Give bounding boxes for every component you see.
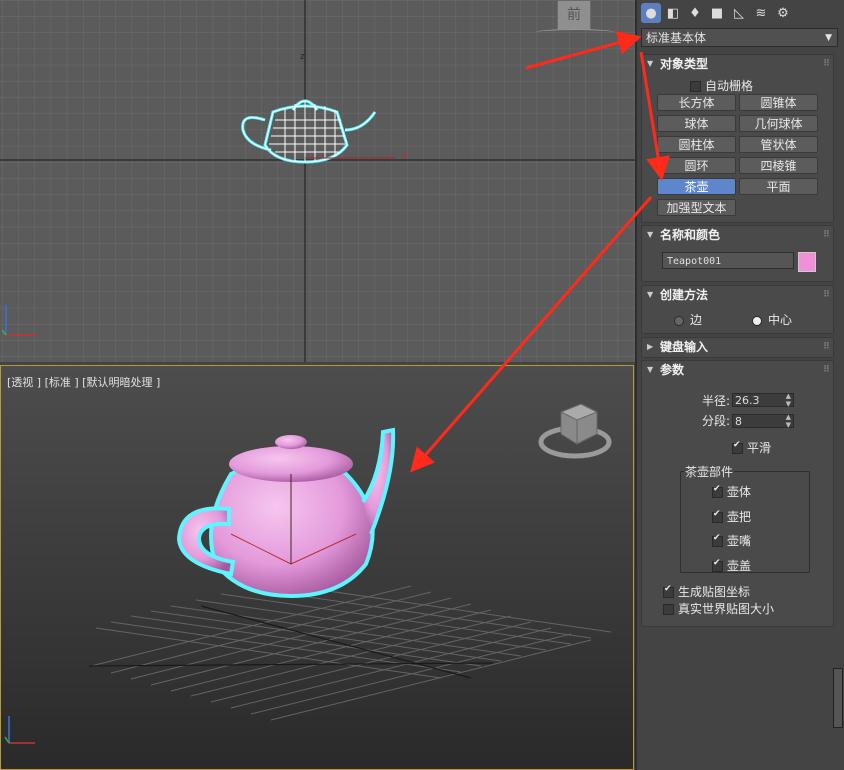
body-checkbox[interactable]: 壶体 xyxy=(712,483,751,500)
object-type-header[interactable]: ▼ 对象类型 ⠿ xyxy=(642,55,833,73)
category-dropdown-value: 标准基本体 xyxy=(646,31,707,45)
collapse-arrow-icon: ▼ xyxy=(647,230,654,239)
object-name-field[interactable]: Teapot001 xyxy=(662,252,794,269)
front-x-axis-label: x xyxy=(402,151,408,161)
grip-icon: ⠿ xyxy=(822,290,830,300)
radio-on xyxy=(752,315,762,326)
box-button[interactable]: 长方体 xyxy=(657,94,736,111)
keyboard-entry-rollout: ▶ 键盘输入 ⠿ xyxy=(641,337,834,358)
command-panel-tabs: ● ◧ ♦ ■ ◺ ≋ ⚙ xyxy=(637,0,844,26)
teapot-button[interactable]: 茶壶 xyxy=(657,178,736,195)
torus-button[interactable]: 圆环 xyxy=(657,157,736,174)
front-viewport[interactable]: x z 前 xyxy=(0,0,635,362)
segments-spinner[interactable]: 8 ▲ ▼ xyxy=(732,413,794,429)
gen-mapping-coords-checkbox[interactable]: 生成贴图坐标 xyxy=(663,583,750,600)
plane-button[interactable]: 平面 xyxy=(739,178,818,195)
cone-button[interactable]: 圆锥体 xyxy=(739,94,818,111)
geosphere-button[interactable]: 几何球体 xyxy=(739,115,818,132)
keyboard-entry-header[interactable]: ▶ 键盘输入 ⠿ xyxy=(642,338,833,356)
radio-off xyxy=(674,315,684,326)
collapse-arrow-icon: ▼ xyxy=(647,290,654,299)
chevron-down-icon: ▼ xyxy=(825,33,832,43)
segments-label: 分段: xyxy=(702,414,731,428)
viewcube-front-face-label: 前 xyxy=(567,7,581,23)
front-z-axis-label: z xyxy=(300,52,305,62)
viewcube-ring xyxy=(535,29,615,36)
grip-icon: ⠿ xyxy=(822,342,830,352)
sphere-button[interactable]: 球体 xyxy=(657,115,736,132)
handle-checkbox[interactable]: 壶把 xyxy=(712,508,751,525)
panel-scrollbar[interactable] xyxy=(833,668,843,728)
teapot-wireframe[interactable] xyxy=(235,90,395,165)
lid-checkbox[interactable]: 壶盖 xyxy=(712,557,751,574)
enhanced-text-button[interactable]: 加强型文本 xyxy=(657,199,736,216)
checkbox-box xyxy=(663,584,674,598)
grip-icon: ⠿ xyxy=(822,230,830,240)
spinner-arrows-icon[interactable]: ▲ ▼ xyxy=(786,413,791,429)
expand-arrow-icon: ▶ xyxy=(647,342,654,351)
teapot-shaded[interactable] xyxy=(171,424,411,604)
real-world-map-size-checkbox[interactable]: 真实世界贴图大小 xyxy=(663,600,774,617)
pyramid-button[interactable]: 四棱锥 xyxy=(739,157,818,174)
camera-icon[interactable]: ■ xyxy=(707,3,727,23)
smooth-checkbox[interactable]: 平滑 xyxy=(732,439,771,456)
systems-icon[interactable]: ⚙ xyxy=(773,3,793,23)
creation-method-header[interactable]: ▼ 创建方法 ⠿ xyxy=(642,286,833,304)
command-panel: ● ◧ ♦ ■ ◺ ≋ ⚙ 标准基本体 ▼ ▼ 对象类型 ⠿ 自动栅格 长方体 … xyxy=(635,0,844,770)
create-sphere-icon[interactable]: ● xyxy=(641,3,661,23)
object-color-swatch[interactable] xyxy=(798,252,816,272)
name-color-rollout: ▼ 名称和颜色 ⠿ Teapot001 xyxy=(641,225,834,282)
checkbox-box xyxy=(712,558,723,572)
radius-spinner[interactable]: 26.3 ▲ ▼ xyxy=(732,392,794,408)
autogrid-checkbox[interactable]: 自动栅格 xyxy=(690,77,753,94)
lights-icon[interactable]: ♦ xyxy=(685,3,705,23)
collapse-arrow-icon: ▼ xyxy=(647,59,654,68)
parameters-rollout: ▼ 参数 ⠿ 半径: 26.3 ▲▼ 分段: 8 ▲▼ 平滑 茶壶部件 壶体 壶… xyxy=(641,360,834,627)
perspective-viewcube[interactable] xyxy=(537,398,617,468)
perspective-viewport[interactable]: [透视 ] [标准 ] [默认明暗处理 ] xyxy=(0,365,634,770)
cylinder-button[interactable]: 圆柱体 xyxy=(657,136,736,153)
spout-checkbox[interactable]: 壶嘴 xyxy=(712,532,751,549)
object-type-rollout: ▼ 对象类型 ⠿ 自动栅格 长方体 圆锥体 球体 几何球体 圆柱体 管状体 圆环… xyxy=(641,54,834,223)
collapse-arrow-icon: ▼ xyxy=(647,365,654,374)
front-viewcube[interactable]: 前 xyxy=(557,0,591,30)
teapot-parts-group-label: 茶壶部件 xyxy=(684,463,735,480)
helpers-icon[interactable]: ◺ xyxy=(729,3,749,23)
parameters-header[interactable]: ▼ 参数 ⠿ xyxy=(642,361,833,379)
checkbox-box xyxy=(712,509,723,523)
checkbox-box xyxy=(712,533,723,547)
shapes-icon[interactable]: ◧ xyxy=(663,3,683,23)
creation-method-rollout: ▼ 创建方法 ⠿ 边 中心 xyxy=(641,285,834,334)
edge-radio[interactable]: 边 xyxy=(674,311,702,328)
center-radio[interactable]: 中心 xyxy=(752,311,792,328)
spacewarps-icon[interactable]: ≋ xyxy=(751,3,771,23)
front-grid xyxy=(0,0,635,362)
checkbox-box xyxy=(663,604,674,615)
checkbox-box xyxy=(690,81,701,92)
grip-icon: ⠿ xyxy=(822,59,830,69)
perspective-axis-tripod-icon xyxy=(4,716,35,744)
grip-icon: ⠿ xyxy=(822,365,830,375)
spinner-arrows-icon[interactable]: ▲ ▼ xyxy=(786,392,791,408)
name-color-header[interactable]: ▼ 名称和颜色 ⠿ xyxy=(642,226,833,244)
front-axis-tripod-icon xyxy=(1,305,36,336)
category-dropdown[interactable]: 标准基本体 ▼ xyxy=(641,28,838,47)
checkbox-box xyxy=(712,484,723,498)
tube-button[interactable]: 管状体 xyxy=(739,136,818,153)
radius-label: 半径: xyxy=(702,394,731,408)
checkbox-box xyxy=(732,440,743,454)
